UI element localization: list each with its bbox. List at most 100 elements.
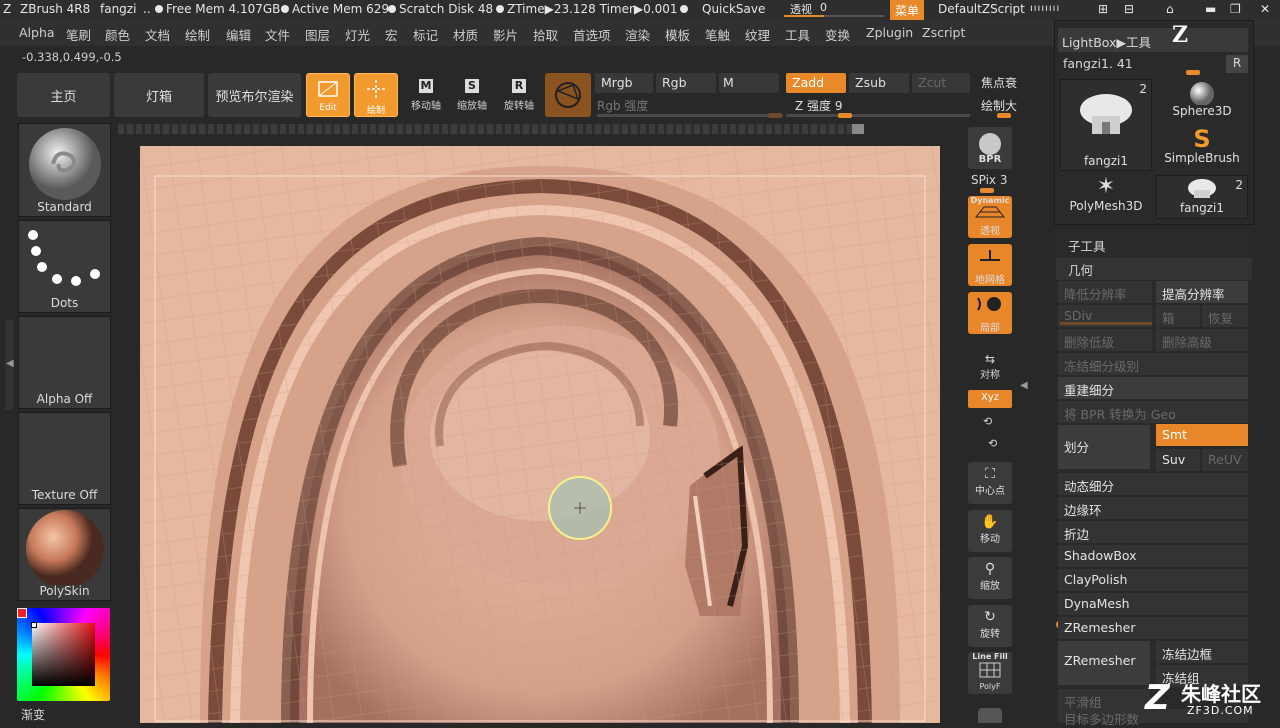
subtool-header[interactable]: 子工具 [1068,236,1106,255]
color-picker[interactable] [15,606,112,703]
material-panel[interactable]: PolySkin [18,508,111,601]
layout-slider-icon[interactable]: ıııııııı [1030,3,1060,14]
lightbox-tool-button[interactable]: LightBox▶工具 [1058,28,1248,52]
smooth-groups-slider[interactable]: 平滑组 [1058,689,1150,711]
lock-icon[interactable]: ⌂ [1166,2,1174,16]
material-swatch-button[interactable] [545,73,591,117]
menu-item[interactable]: 笔触 [705,25,730,44]
menu-item[interactable]: 图层 [305,25,330,44]
menu-item[interactable]: Alpha [19,25,55,40]
tray-arrow-left-icon[interactable]: ◀ [6,358,14,369]
restore-icon[interactable]: ❐ [1230,2,1241,16]
draw-button[interactable]: 绘制 [354,73,398,117]
local-symmetry-button[interactable]: 局部 [968,292,1012,334]
menu-item[interactable]: 绘制 [185,25,210,44]
gradient-label[interactable]: 渐变 [21,706,45,723]
menu-item[interactable]: 纹理 [745,25,770,44]
menu-button[interactable]: 菜单 [890,0,925,20]
rgb-strength-knob[interactable] [768,113,782,118]
alpha-panel[interactable]: Alpha Off [18,316,111,409]
rotate-axis-button[interactable]: R 旋转轴 [497,73,541,117]
move-view-button[interactable]: ✋ 移动 [968,510,1012,552]
minimize-icon[interactable]: ▬ [1205,2,1216,16]
rgb-strength-slider[interactable] [597,114,783,117]
scale-axis-button[interactable]: S 缩放轴 [450,73,494,117]
viewport-canvas[interactable] [140,146,940,723]
cage-button[interactable]: 箱 [1156,305,1200,327]
zremesher-header[interactable]: ZRemesher [1058,617,1248,639]
geometry-header[interactable]: 几何 [1056,258,1252,280]
crease-header[interactable]: 折边 [1058,521,1248,543]
menu-item[interactable]: 渲染 [625,25,650,44]
edit-button[interactable]: Edit [306,73,350,117]
tool-slot-fangzi1-b[interactable]: 2 fangzi1 [1156,175,1248,219]
rotate-y-icon[interactable]: ⟲ [983,415,992,428]
polyframe-button[interactable]: Line Fill PolyF [968,652,1012,694]
restore-button[interactable]: 恢复 [1202,305,1248,327]
home-button[interactable]: 主页 [17,73,110,117]
timeline-thumb[interactable] [852,124,864,134]
transp-button[interactable] [978,708,1002,723]
menu-item[interactable]: 标记 [413,25,438,44]
dynamesh-header[interactable]: DynaMesh [1058,593,1248,615]
m-button[interactable]: M [719,73,779,93]
divide-button[interactable]: 划分 [1058,425,1150,469]
main-color-swatch[interactable] [17,608,27,618]
brush-panel[interactable]: Standard [18,123,111,217]
frame-button[interactable]: ⛶ 中心点 [968,462,1012,504]
draw-size-knob[interactable] [997,113,1011,118]
menu-item[interactable]: Zscript [922,25,965,40]
menu-item[interactable]: 工具 [785,25,810,44]
move-axis-button[interactable]: M 移动轴 [404,73,448,117]
saturation-box[interactable] [32,623,95,686]
window-alt-icon[interactable]: ⊟ [1124,2,1134,16]
dynamic-subdiv-header[interactable]: 动态细分 [1058,473,1248,495]
default-zscript-button[interactable]: DefaultZScript [938,2,1025,16]
higher-res-button[interactable]: 提高分辨率 [1156,281,1248,303]
reuv-button[interactable]: ReUV [1202,449,1248,471]
xyz-button[interactable]: Xyz [968,390,1012,408]
menu-item[interactable]: 笔刷 [66,25,91,44]
claypolish-header[interactable]: ClayPolish [1058,569,1248,591]
menu-item[interactable]: 变换 [825,25,850,44]
shadowbox-header[interactable]: ShadowBox [1058,545,1248,567]
menu-item[interactable]: 拾取 [533,25,558,44]
sculpt-mesh[interactable] [140,146,940,723]
menu-item[interactable]: 模板 [665,25,690,44]
rotate-z-icon[interactable]: ⟲ [988,437,997,450]
tool-slider[interactable] [1186,70,1200,75]
zsub-button[interactable]: Zsub [849,73,909,93]
delete-higher-button[interactable]: 删除高级 [1156,329,1248,351]
tool-slot-simplebrush[interactable]: S SimpleBrush [1156,127,1248,171]
rgb-button[interactable]: Rgb [656,73,716,93]
menu-item[interactable]: 文件 [265,25,290,44]
window-layout-icon[interactable]: ⊞ [1098,2,1108,16]
rotate-view-button[interactable]: ↻ 旋转 [968,605,1012,647]
menu-item[interactable]: 首选项 [573,25,611,44]
menu-item[interactable]: Zplugin [866,25,913,40]
lightbox-button[interactable]: 灯箱 [114,73,204,117]
tool-slot-fangzi1[interactable]: 2 fangzi1 [1060,79,1152,171]
quicksave-button[interactable]: QuickSave [702,2,765,16]
tray-arrow-right-icon[interactable]: ◀ [1020,380,1028,391]
edge-loop-header[interactable]: 边缘环 [1058,497,1248,519]
delete-lower-button[interactable]: 删除低级 [1058,329,1152,351]
zremesher-button[interactable]: ZRemesher [1058,641,1150,685]
z-strength-slider[interactable] [786,114,970,117]
sdiv-slider-track[interactable] [1060,322,1152,325]
spix-slider[interactable] [980,188,994,193]
bpr-button[interactable]: BPR [968,127,1012,169]
lower-res-button[interactable]: 降低分辨率 [1058,281,1152,303]
timeline-strip[interactable] [118,124,863,134]
menu-item[interactable]: 影片 [493,25,518,44]
perspective-button[interactable]: Dynamic 透视 [968,196,1012,238]
z-strength-knob[interactable] [838,113,852,118]
tool-slot-polymesh3d[interactable]: ✶ PolyMesh3D [1060,175,1152,219]
zcut-button[interactable]: Zcut [912,73,970,93]
close-icon[interactable]: ✕ [1260,2,1270,16]
freeze-subdiv-button[interactable]: 冻结细分级别 [1058,353,1248,375]
bpr-render-button[interactable]: 预览布尔渲染 [208,73,301,117]
zadd-button[interactable]: Zadd [786,73,846,93]
floor-grid-button[interactable]: 地网格 [968,244,1012,286]
menu-item[interactable]: 文档 [145,25,170,44]
